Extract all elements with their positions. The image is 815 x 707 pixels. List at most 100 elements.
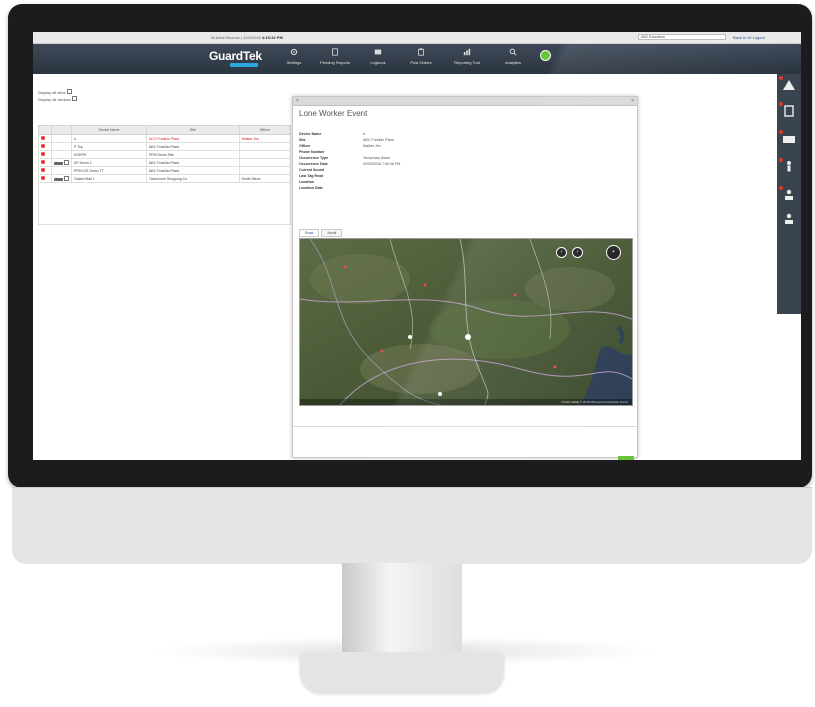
checkbox[interactable] — [72, 96, 78, 101]
nav-analytics[interactable]: Analytics — [495, 48, 531, 65]
table-header-row: Device Name Site Officer — [38, 125, 292, 135]
user-name: Mustine Bruenis — [211, 35, 240, 40]
column-device-name[interactable]: Device Name — [70, 125, 147, 135]
officer-cell — [238, 158, 292, 167]
checkbox[interactable] — [63, 159, 69, 165]
tag-cell — [51, 158, 72, 167]
nav-reporting-tool[interactable]: Reporting Tool — [449, 48, 485, 65]
nav-label: Pending Reports — [320, 60, 350, 65]
alert-dot-icon — [41, 152, 45, 156]
map-attribution: ©2016 HERE © 2016 Microsoft Corporation … — [300, 399, 632, 405]
nav-label: Analytics — [504, 60, 521, 65]
alert-dot-icon — [41, 160, 45, 164]
monitor-stand-base — [300, 652, 504, 692]
alert-cell — [38, 174, 52, 183]
detail-value: Walker Jim — [363, 144, 381, 148]
modal-title: Lone Worker Event — [299, 109, 368, 118]
map-type-tabs: Road Aerial — [299, 229, 343, 237]
gear-icon — [290, 48, 298, 56]
table-row[interactable]: KGRPH PPM Demo Site — [38, 150, 292, 159]
table-row[interactable]: SP Demo 1 ABC Franklin Place — [38, 158, 292, 167]
checkbox[interactable] — [63, 175, 69, 181]
right-tool-rail — [777, 74, 801, 314]
alert-cell — [38, 166, 52, 175]
account-select[interactable]: ABC Education — [638, 34, 726, 40]
tag-cell — [51, 134, 72, 143]
current-date: 12/6/2016 — [242, 35, 261, 40]
display-devices-filter[interactable]: Display all devices — [38, 96, 78, 103]
site-cell: ABC Franklin Place — [145, 142, 240, 151]
warning-icon[interactable] — [782, 78, 796, 92]
document-icon — [332, 48, 338, 56]
id-card-icon[interactable] — [782, 132, 796, 146]
book-icon — [374, 49, 382, 55]
map-rotate-right-button[interactable]: › — [572, 247, 583, 258]
tab-aerial[interactable]: Aerial — [321, 229, 343, 237]
session-status: Mustine Bruenis | 12/6/2016 4:15:32 PM — [211, 35, 283, 40]
confirm-button[interactable] — [618, 456, 634, 460]
user-icon[interactable] — [782, 212, 796, 226]
tag-cell — [51, 142, 72, 151]
nav-pending-reports[interactable]: Pending Reports — [317, 48, 353, 65]
map-zoom-button[interactable]: + — [606, 245, 621, 260]
tag-cell — [51, 150, 72, 159]
alert-cell — [38, 142, 52, 151]
nav-label: Settings — [286, 60, 302, 65]
chart-icon — [463, 48, 471, 56]
checkbox[interactable] — [66, 89, 72, 94]
column-tag — [51, 125, 72, 135]
column-alert — [38, 125, 52, 135]
detail-row: Location Date — [299, 185, 400, 191]
officer-cell — [238, 142, 292, 151]
modal-footer — [293, 426, 637, 460]
tab-road[interactable]: Road — [299, 229, 320, 237]
detail-key: Location Date — [299, 186, 323, 190]
table-row[interactable]: P Top ABC Franklin Place — [38, 142, 292, 151]
site-cell: ACC Franklin Place — [145, 134, 240, 143]
nav-logbook[interactable]: Logbook — [360, 48, 396, 65]
site-cell: Townhome Shopping Co — [145, 174, 240, 183]
column-officer[interactable]: Officer — [238, 125, 292, 135]
brand-logo: GuardTek — [209, 49, 262, 63]
notification-dot — [779, 76, 783, 80]
notification-dot — [779, 102, 783, 106]
person-walking-icon[interactable] — [782, 160, 796, 174]
user-alert-icon[interactable] — [782, 188, 796, 202]
device-name-cell: KGRPH — [70, 150, 147, 159]
officer-cell: Smith Steve — [238, 174, 292, 183]
nav-label: Post Orders — [410, 60, 432, 65]
table-row[interactable]: PPM iOS Demo TT ABC Franklin Place — [38, 166, 292, 175]
event-location-map[interactable]: ‹ › + ©2016 HERE © 2016 Microsoft Corpor… — [299, 238, 633, 406]
nav-post-orders[interactable]: Post Orders — [403, 48, 439, 65]
column-site[interactable]: Site — [145, 125, 240, 135]
alert-cell — [38, 134, 52, 143]
close-icon[interactable]: × — [296, 97, 299, 105]
device-name-cell: SP Demo 1 — [70, 158, 147, 167]
online-status-button[interactable] — [540, 50, 551, 61]
nfc-tag-icon — [54, 177, 63, 181]
nfc-tag-icon — [54, 161, 63, 165]
clipboard-icon[interactable] — [782, 104, 796, 118]
alert-dot-icon — [41, 144, 45, 148]
alert-cell — [38, 150, 52, 159]
device-name-cell: a — [70, 134, 147, 143]
alert-dot-icon — [41, 176, 45, 180]
device-table: Device Name Site Officer a ACC Franklin … — [38, 125, 292, 183]
device-name-cell: Galant Mall 1 — [70, 174, 147, 183]
table-row[interactable]: Galant Mall 1 Townhome Shopping Co Smith… — [38, 174, 292, 183]
officer-cell: Walker Jim — [238, 134, 292, 143]
top-status-bar: Mustine Bruenis | 12/6/2016 4:15:32 PM A… — [33, 32, 801, 44]
display-sites-filter[interactable]: Display all sites — [38, 89, 77, 96]
device-name-cell: P Top — [70, 142, 147, 151]
main-navbar: GuardTek Settings Pending Reports Logboo… — [33, 44, 801, 74]
nav-settings[interactable]: Settings — [276, 48, 312, 65]
header-links[interactable]: Back to UI Logout — [733, 35, 765, 40]
alert-cell — [38, 158, 52, 167]
close-icon[interactable]: × — [631, 97, 634, 105]
notification-dot — [779, 158, 783, 162]
alert-dot-icon — [41, 168, 45, 172]
site-cell: PPM Demo Site — [145, 150, 240, 159]
table-row[interactable]: a ACC Franklin Place Walker Jim — [38, 134, 292, 143]
map-rotate-left-button[interactable]: ‹ — [556, 247, 567, 258]
monitor-stand-neck — [342, 563, 462, 659]
